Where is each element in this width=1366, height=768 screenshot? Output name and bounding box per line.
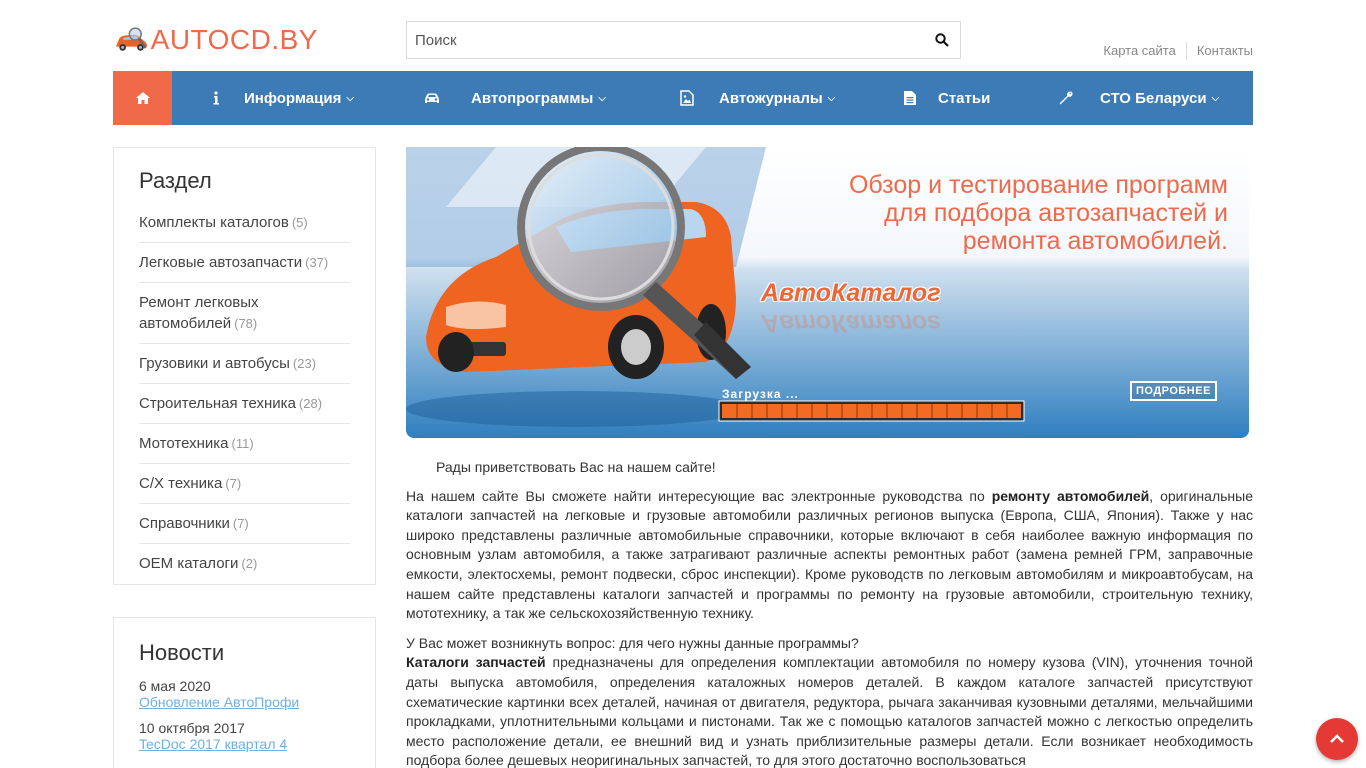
nav-item-articles[interactable]: Статьи [902,71,990,125]
chevron-down-icon: ⌵ [346,92,354,104]
news-date: 10 октября 2017 [139,720,245,736]
news-link[interactable]: Обновление АвтоПрофи [139,694,350,710]
more-button[interactable]: ПОДРОБНЕЕ [1130,381,1217,401]
chevron-down-icon: ⌵ [598,92,606,104]
search-button[interactable] [924,22,960,58]
wrench-icon [1059,91,1073,105]
sidebar-item[interactable]: OEM каталоги (2) [139,544,350,583]
sidebar-item-label: Строительная техника [139,395,296,412]
top-links: Карта сайта Контакты [1103,42,1253,61]
search-box [406,21,961,59]
banner-heading-line: Обзор и тестирование программ [848,171,1228,199]
scroll-to-top-button[interactable] [1316,718,1358,760]
divider [1185,42,1187,60]
main-nav: Информация ⌵ Автопрограммы ⌵ Автожурналы… [113,71,1253,125]
chevron-down-icon: ⌵ [1211,92,1220,104]
nav-label-articles: Статьи [938,89,991,107]
sidebar-item[interactable]: Мототехника (11) [139,424,350,464]
hero-banner[interactable]: АвтоКаталог Обзор и тестирование програм… [406,147,1249,438]
question-paragraph: У Вас может возникнуть вопрос: для чего … [406,634,859,651]
sidebar-item-count: (2) [241,556,258,571]
sidebar-item-count: (37) [305,255,329,270]
sidebar-item-label: Комплекты каталогов [139,214,289,231]
banner-loading-text: Загрузка ... [722,387,799,401]
nav-item-info[interactable]: Информация ⌵ [208,71,354,125]
main-content: Рады приветствовать Вас на нашем сайте! … [406,458,1253,768]
sitemap-link[interactable]: Карта сайта [1103,43,1175,61]
banner-heading-line: ремонта автомобилей. [962,227,1228,255]
sidebar-item-count: (5) [291,215,308,230]
catalogs-bold-text: Каталоги запчастей [406,654,546,671]
banner-heading-line: для подбора автозапчастей и [884,199,1228,227]
sidebar-item-label: Грузовики и автобусы [139,355,290,372]
nav-label-autoprograms: Автопрограммы [471,89,594,107]
intro-text: , оригинальные каталоги запчастей на лег… [406,487,1253,622]
sidebar-item-count: (7) [232,516,249,531]
sidebar-item[interactable]: Строительная техника (28) [139,384,350,424]
catalogs-text: предназначены для определения комплектац… [406,654,1253,768]
sidebar-item-count: (11) [231,436,254,451]
logo-text: AUTOCD.BY [150,24,318,55]
banner-brand: АвтоКаталог [761,279,941,307]
nav-label-magazines: Автожурналы [719,89,823,107]
search-input[interactable] [407,22,924,58]
intro-paragraph: На нашем сайте Вы сможете найти интересу… [406,487,1253,624]
contacts-link[interactable]: Контакты [1197,43,1253,61]
search-icon [935,33,949,47]
nav-item-magazines[interactable]: Автожурналы ⌵ [679,71,835,125]
news-date: 6 мая 2020 [139,678,211,694]
sidebar-item[interactable]: Ремонт легковых автомобилей (78) [139,283,350,344]
sidebar-item-count: (78) [234,316,258,331]
sidebar-item[interactable]: Легковые автозапчасти (37) [139,243,350,283]
sidebar-item-label: Мототехника [139,435,229,452]
sidebar-item-label: Легковые автозапчасти [139,254,303,271]
sidebar-item-count: (28) [298,396,323,411]
sidebar-item[interactable]: Справочники (7) [139,504,350,544]
news-link[interactable]: TecDoc 2017 квартал 4 [139,736,350,752]
sidebar-item-count: (23) [292,356,317,371]
intro-bold-text: ремонту автомобилей [991,487,1150,504]
sidebar-item-label: OEM каталоги [139,555,239,572]
welcome-text: Рады приветствовать Вас на нашем сайте! [436,459,716,475]
sidebar-item-count: (7) [225,476,242,491]
banner-heading: Обзор и тестирование программ для подбор… [788,171,1228,255]
nav-label-sto: СТО Беларуси [1100,89,1207,107]
svg-text:АвтоКаталог: АвтоКаталог [760,309,941,337]
sidebar-item[interactable]: Комплекты каталогов (5) [139,203,350,243]
chevron-up-icon [1330,734,1344,743]
nav-label-info: Информация [244,89,342,107]
sidebar-title: Раздел [139,168,212,193]
car-logo-icon [115,27,148,51]
document-icon [904,91,916,105]
chevron-down-icon: ⌵ [827,92,836,104]
sidebar-item[interactable]: С/Х техника (7) [139,464,350,504]
sections-list: Комплекты каталогов (5) Легковые автозапч… [139,203,350,583]
nav-item-sto[interactable]: СТО Беларуси ⌵ [1058,71,1219,125]
nav-home-button[interactable] [113,71,172,125]
catalogs-paragraph: Каталоги запчастей предназначены для опр… [406,653,1253,768]
car-icon [425,93,439,103]
image-file-icon [680,90,694,106]
sections-sidebar: Раздел Комплекты каталогов (5) Легковые а… [113,147,376,585]
intro-text: На нашем сайте Вы сможете найти интересу… [406,487,992,504]
sidebar-item[interactable]: Грузовики и автобусы (23) [139,344,350,384]
home-icon [135,92,150,104]
sidebar-item-label: Справочники [139,515,230,532]
news-widget: Новости 6 мая 2020 Обновление АвтоПрофи … [113,617,376,768]
sidebar-item-label: С/Х техника [139,475,223,492]
info-icon [213,91,219,105]
site-logo[interactable]: AUTOCD.BY [113,20,318,60]
news-title: Новости [139,640,225,665]
nav-item-autoprograms[interactable]: Автопрограммы ⌵ [424,71,606,125]
